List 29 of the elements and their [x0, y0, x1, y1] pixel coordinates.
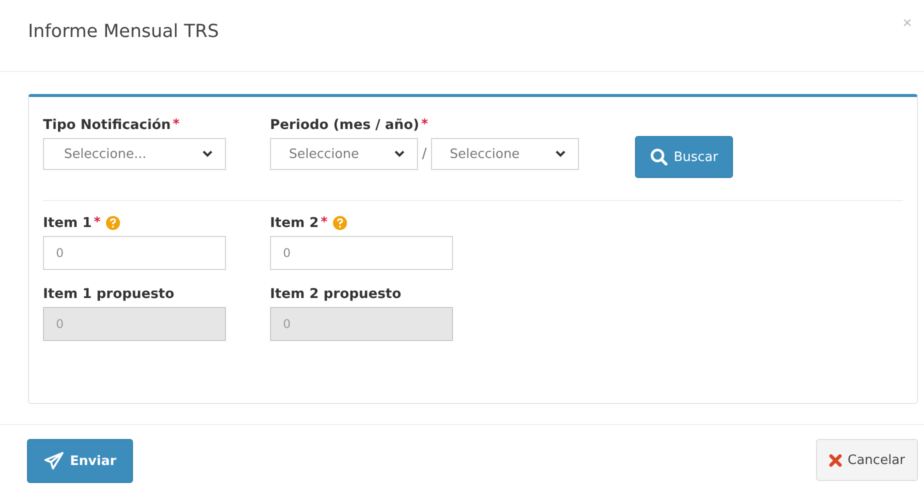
paper-plane-icon — [44, 452, 64, 470]
dropdown[interactable]: Seleccione — [270, 138, 418, 170]
field-label: Item 2 — [270, 215, 319, 231]
required-mark: * — [421, 117, 428, 132]
field-label: Periodo (mes / año) — [270, 117, 420, 133]
cross-icon — [828, 454, 842, 466]
chevron-down-icon — [554, 150, 566, 158]
help-icon[interactable] — [332, 216, 347, 230]
required-mark: * — [172, 117, 180, 132]
window-title: Informe Mensual TRS — [28, 21, 219, 42]
field-label: Tipo Notificación — [43, 117, 171, 133]
input-field[interactable]: 0 — [43, 236, 226, 270]
chevron-down-icon — [202, 150, 213, 158]
close-button[interactable]: × — [898, 14, 916, 32]
send-button[interactable]: Enviar — [27, 439, 134, 483]
dropdown[interactable]: Seleccione — [430, 138, 579, 170]
input-field[interactable]: 0 — [270, 236, 453, 270]
help-icon[interactable] — [106, 216, 120, 230]
field-label: Item 1 propuesto — [43, 286, 174, 302]
search-icon — [650, 148, 668, 166]
chevron-down-icon — [394, 150, 405, 158]
search-button[interactable]: Buscar — [634, 136, 734, 178]
separator-slash: / — [422, 146, 427, 162]
field-label: Item 2 propuesto — [270, 286, 402, 302]
field-label: Item 1 — [43, 215, 92, 231]
required-mark: * — [320, 215, 328, 230]
cancel-button[interactable]: Cancelar — [816, 439, 918, 481]
dropdown[interactable]: Seleccione... — [43, 138, 226, 170]
required-mark: * — [94, 215, 101, 230]
